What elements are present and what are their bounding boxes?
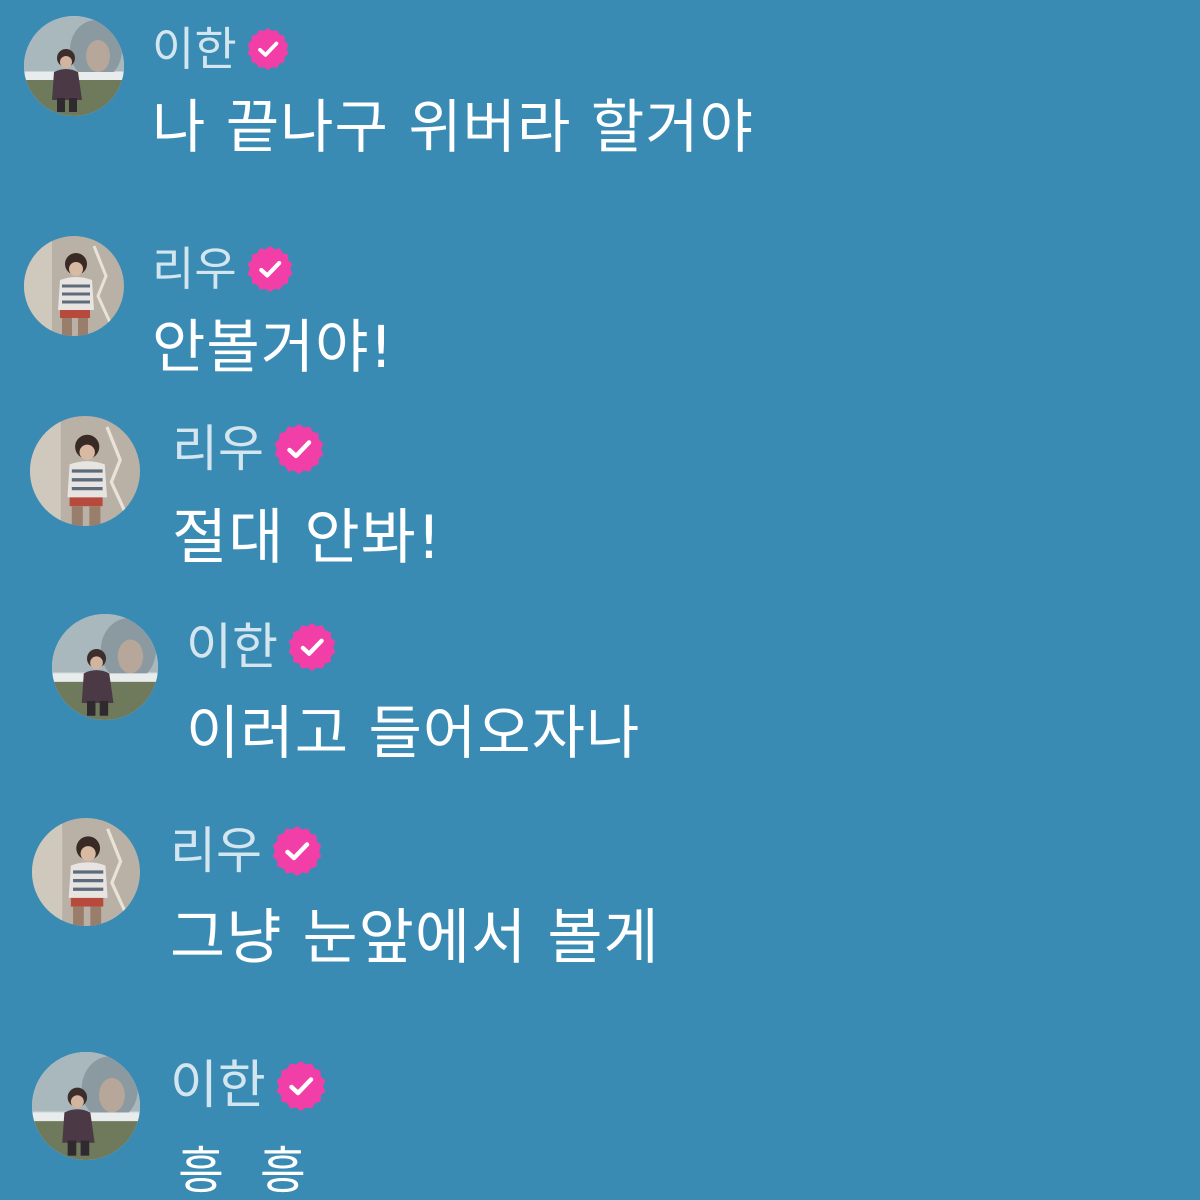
chat-screen: 이한 나 끝나구 위버라 할거야 리우 안볼거야! 리우 절대 안봐! 이한 이… xyxy=(0,0,1200,1200)
sender-row: 이한 xyxy=(152,26,289,72)
sender-row: 리우 xyxy=(170,826,322,876)
verified-badge-icon xyxy=(288,623,336,671)
verified-badge-icon xyxy=(276,1061,326,1111)
sender-name: 리우 xyxy=(170,822,262,880)
message-text: 나 끝나구 위버라 할거야 xyxy=(152,93,754,161)
user-avatar[interactable] xyxy=(24,16,124,116)
message-text: 흥 흥 xyxy=(178,1142,316,1200)
sender-row: 리우 xyxy=(152,246,293,292)
sender-row: 이한 xyxy=(186,622,336,672)
user-avatar[interactable] xyxy=(52,614,158,720)
verified-badge-icon xyxy=(272,826,322,876)
verified-badge-icon xyxy=(247,246,293,292)
sender-name: 리우 xyxy=(172,420,264,478)
user-avatar[interactable] xyxy=(32,1052,140,1160)
sender-name: 이한 xyxy=(152,22,237,76)
message-text: 안볼거야! xyxy=(152,313,394,381)
sender-row: 이한 xyxy=(170,1060,326,1112)
sender-row: 리우 xyxy=(172,424,324,474)
user-avatar[interactable] xyxy=(32,818,140,926)
message-text: 절대 안봐! xyxy=(172,503,442,573)
sender-name: 이한 xyxy=(170,1056,266,1116)
verified-badge-icon xyxy=(274,424,324,474)
verified-badge-icon xyxy=(247,28,289,70)
sender-name: 이한 xyxy=(186,618,278,676)
message-text: 이러고 들어오자나 xyxy=(186,699,641,767)
user-avatar[interactable] xyxy=(24,236,124,336)
sender-name: 리우 xyxy=(152,242,237,296)
user-avatar[interactable] xyxy=(30,416,140,526)
message-text: 그냥 눈앞에서 볼게 xyxy=(170,903,660,973)
